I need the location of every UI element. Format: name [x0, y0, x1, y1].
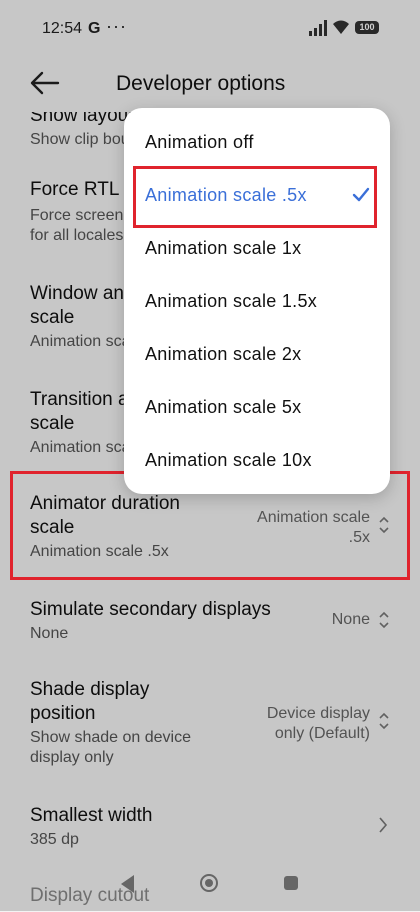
option-label: Animation scale 10x [145, 450, 312, 470]
option-label: Animation scale 5x [145, 397, 302, 417]
dropdown-option-scale-1-5x[interactable]: Animation scale 1.5x [124, 277, 390, 327]
dropdown-option-scale-1x[interactable]: Animation scale 1x [124, 224, 390, 274]
nav-back-icon[interactable] [119, 874, 135, 894]
dropdown-option-scale-10x[interactable]: Animation scale 10x [124, 436, 390, 486]
option-label: Animation off [145, 132, 254, 152]
nav-recents-icon[interactable] [284, 876, 298, 890]
option-label: Animation scale 1.5x [145, 291, 318, 311]
navigation-bar [0, 862, 420, 911]
option-label: Animation scale 1x [145, 238, 302, 258]
dropdown-option-scale-2x[interactable]: Animation scale 2x [124, 330, 390, 380]
highlight-box-selected-option [133, 166, 377, 228]
option-label: Animation scale 2x [145, 344, 302, 364]
dropdown-option-scale-5x[interactable]: Animation scale 5x [124, 383, 390, 433]
dropdown-option-animation-off[interactable]: Animation off [124, 118, 390, 168]
nav-home-icon[interactable] [200, 874, 218, 892]
